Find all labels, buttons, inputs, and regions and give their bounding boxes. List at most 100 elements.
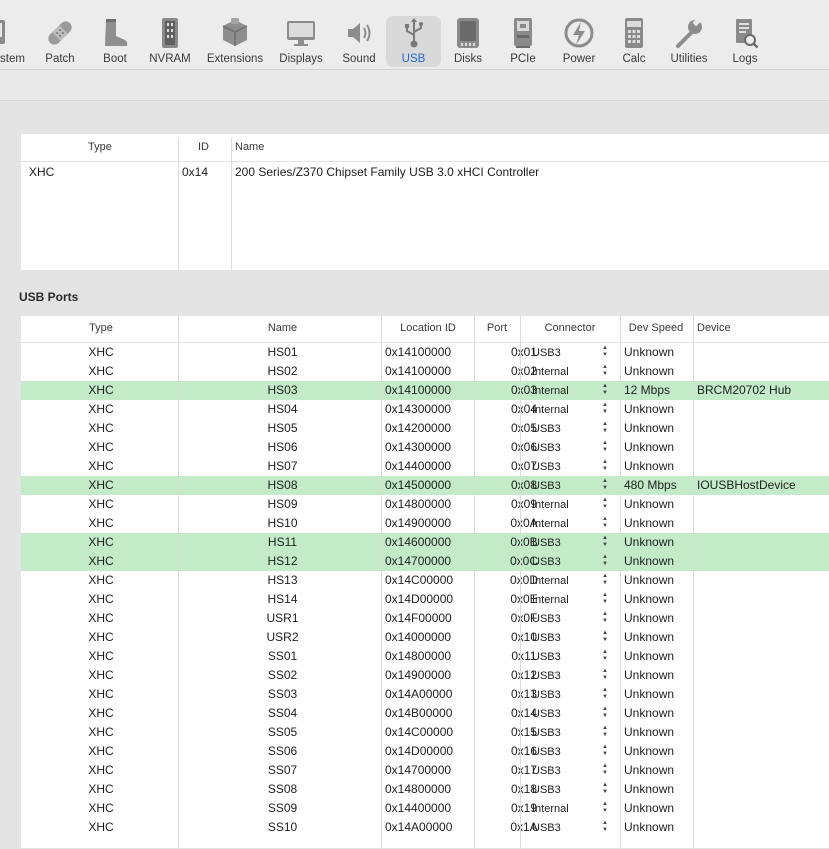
updown-chevron-icon[interactable]: ▲ ▼ — [602, 592, 608, 606]
table-row[interactable]: XHC HS14 0x14D00000 0x0E Internal Unknown ▲ ▼ — [21, 590, 829, 609]
table-row[interactable]: XHC SS07 0x14700000 0x17 USB3 Unknown ▲ ▼ — [21, 761, 829, 780]
header-name[interactable]: Name — [235, 141, 264, 153]
connector-select[interactable]: USB3 — [532, 689, 561, 701]
connector-select[interactable]: USB3 — [532, 632, 561, 644]
updown-chevron-icon[interactable]: ▲ ▼ — [602, 687, 608, 701]
updown-chevron-icon[interactable]: ▲ ▼ — [602, 820, 608, 834]
connector-select[interactable]: USB3 — [532, 556, 561, 568]
updown-chevron-icon[interactable]: ▲ ▼ — [602, 763, 608, 777]
updown-chevron-icon[interactable]: ▲ ▼ — [602, 668, 608, 682]
header-type[interactable]: Type — [21, 322, 181, 334]
updown-chevron-icon[interactable]: ▲ ▼ — [602, 782, 608, 796]
table-row[interactable]: XHC USR1 0x14F00000 0x0F USB3 Unknown ▲ ▼ — [21, 609, 829, 628]
updown-chevron-icon[interactable]: ▲ ▼ — [602, 459, 608, 473]
header-type[interactable]: Type — [88, 141, 112, 153]
updown-chevron-icon[interactable]: ▲ ▼ — [602, 364, 608, 378]
updown-chevron-icon[interactable]: ▲ ▼ — [602, 440, 608, 454]
updown-chevron-icon[interactable]: ▲ ▼ — [602, 801, 608, 815]
header-id[interactable]: ID — [198, 141, 209, 153]
updown-chevron-icon[interactable]: ▲ ▼ — [602, 725, 608, 739]
connector-select[interactable]: Internal — [532, 404, 569, 416]
table-row[interactable]: XHC SS10 0x14A00000 0x1A USB3 Unknown ▲ ▼ — [21, 818, 829, 837]
connector-select[interactable]: USB3 — [532, 461, 561, 473]
table-row[interactable]: XHC HS06 0x14300000 0x06 USB3 Unknown ▲ ▼ — [21, 438, 829, 457]
updown-chevron-icon[interactable]: ▲ ▼ — [602, 649, 608, 663]
updown-chevron-icon[interactable]: ▲ ▼ — [602, 383, 608, 397]
tab-system[interactable]: stem — [0, 16, 30, 69]
updown-chevron-icon[interactable]: ▲ ▼ — [602, 421, 608, 435]
tab-logs[interactable]: Logs — [726, 16, 764, 69]
connector-select[interactable]: USB3 — [532, 822, 561, 834]
header-dev-speed[interactable]: Dev Speed — [620, 322, 692, 334]
tab-disks[interactable]: Disks — [448, 16, 488, 69]
tab-power[interactable]: Power — [558, 16, 600, 69]
table-row[interactable]: XHC HS07 0x14400000 0x07 USB3 Unknown ▲ ▼ — [21, 457, 829, 476]
table-row[interactable]: XHC SS08 0x14800000 0x18 USB3 Unknown ▲ ▼ — [21, 780, 829, 799]
tab-calc[interactable]: Calc — [614, 16, 654, 69]
connector-select[interactable]: USB3 — [532, 442, 561, 454]
table-row[interactable]: XHC HS13 0x14C00000 0x0D Internal Unknown ▲ ▼ — [21, 571, 829, 590]
updown-chevron-icon[interactable]: ▲ ▼ — [602, 554, 608, 568]
usb-ports-table[interactable]: Type Name Location ID Port Connector Dev… — [21, 316, 829, 848]
updown-chevron-icon[interactable]: ▲ ▼ — [602, 573, 608, 587]
table-row[interactable]: XHC HS02 0x14100000 0x02 Internal Unknown ▲ ▼ — [21, 362, 829, 381]
tab-sound[interactable]: Sound — [338, 16, 380, 69]
tab-extensions[interactable]: Extensions — [204, 16, 266, 69]
connector-select[interactable]: USB3 — [532, 423, 561, 435]
table-row[interactable]: XHC HS11 0x14600000 0x0B USB3 Unknown ▲ ▼ — [21, 533, 829, 552]
tab-displays[interactable]: Displays — [277, 16, 325, 69]
header-port[interactable]: Port — [474, 322, 520, 334]
table-row[interactable]: XHC HS03 0x14100000 0x03 Internal 12 Mbps BRCM… — [21, 381, 829, 400]
table-row[interactable]: XHC SS02 0x14900000 0x12 USB3 Unknown ▲ ▼ — [21, 666, 829, 685]
header-location-id[interactable]: Location ID — [382, 322, 474, 334]
updown-chevron-icon[interactable]: ▲ ▼ — [602, 516, 608, 530]
table-row[interactable]: XHC SS01 0x14800000 0x11 USB3 Unknown ▲ ▼ — [21, 647, 829, 666]
connector-select[interactable]: Internal — [532, 594, 569, 606]
table-row[interactable]: XHC SS09 0x14400000 0x19 Internal Unknown ▲ ▼ — [21, 799, 829, 818]
connector-select[interactable]: USB3 — [532, 347, 561, 359]
tab-nvram[interactable]: NVRAM — [148, 16, 192, 69]
table-row[interactable]: XHC HS12 0x14700000 0x0C USB3 Unknown ▲ ▼ — [21, 552, 829, 571]
tab-usb[interactable]: USB — [386, 16, 441, 69]
table-row[interactable]: XHC SS05 0x14C00000 0x15 USB3 Unknown ▲ ▼ — [21, 723, 829, 742]
connector-select[interactable]: USB3 — [532, 727, 561, 739]
header-connector[interactable]: Connector — [520, 322, 620, 334]
updown-chevron-icon[interactable]: ▲ ▼ — [602, 345, 608, 359]
connector-select[interactable]: USB3 — [532, 765, 561, 777]
updown-chevron-icon[interactable]: ▲ ▼ — [602, 706, 608, 720]
connector-select[interactable]: USB3 — [532, 480, 561, 492]
updown-chevron-icon[interactable]: ▲ ▼ — [602, 535, 608, 549]
connector-select[interactable]: Internal — [532, 366, 569, 378]
updown-chevron-icon[interactable]: ▲ ▼ — [602, 478, 608, 492]
table-row[interactable]: XHC HS05 0x14200000 0x05 USB3 Unknown ▲ ▼ — [21, 419, 829, 438]
table-row[interactable]: XHC SS06 0x14D00000 0x16 USB3 Unknown ▲ ▼ — [21, 742, 829, 761]
connector-select[interactable]: Internal — [532, 499, 569, 511]
connector-select[interactable]: Internal — [532, 385, 569, 397]
tab-boot[interactable]: Boot — [95, 16, 135, 69]
table-row[interactable]: XHC HS08 0x14500000 0x08 USB3 480 Mbps IOUSBHo… — [21, 476, 829, 495]
connector-select[interactable]: Internal — [532, 575, 569, 587]
table-row[interactable]: XHC HS10 0x14900000 0x0A Internal Unknown ▲ ▼ — [21, 514, 829, 533]
connector-select[interactable]: USB3 — [532, 708, 561, 720]
updown-chevron-icon[interactable]: ▲ ▼ — [602, 611, 608, 625]
table-row[interactable]: XHC SS03 0x14A00000 0x13 USB3 Unknown ▲ ▼ — [21, 685, 829, 704]
controllers-table[interactable]: Type ID Name XHC 0x14 200 Series/Z370 Ch… — [21, 134, 829, 270]
table-row[interactable]: XHC HS01 0x14100000 0x01 USB3 Unknown ▲ ▼ — [21, 343, 829, 362]
connector-select[interactable]: USB3 — [532, 670, 561, 682]
connector-select[interactable]: USB3 — [532, 537, 561, 549]
connector-select[interactable]: USB3 — [532, 746, 561, 758]
connector-select[interactable]: Internal — [532, 803, 569, 815]
connector-select[interactable]: USB3 — [532, 613, 561, 625]
updown-chevron-icon[interactable]: ▲ ▼ — [602, 402, 608, 416]
header-device[interactable]: Device — [697, 322, 731, 334]
connector-select[interactable]: Internal — [532, 518, 569, 530]
updown-chevron-icon[interactable]: ▲ ▼ — [602, 630, 608, 644]
tab-pcie[interactable]: PCIe — [503, 16, 543, 69]
updown-chevron-icon[interactable]: ▲ ▼ — [602, 744, 608, 758]
updown-chevron-icon[interactable]: ▲ ▼ — [602, 497, 608, 511]
tab-utilities[interactable]: Utilities — [664, 16, 714, 69]
table-row[interactable]: XHC USR2 0x14000000 0x10 USB3 Unknown ▲ ▼ — [21, 628, 829, 647]
connector-select[interactable]: USB3 — [532, 651, 561, 663]
header-name[interactable]: Name — [181, 322, 384, 334]
tab-patch[interactable]: Patch — [40, 16, 80, 69]
